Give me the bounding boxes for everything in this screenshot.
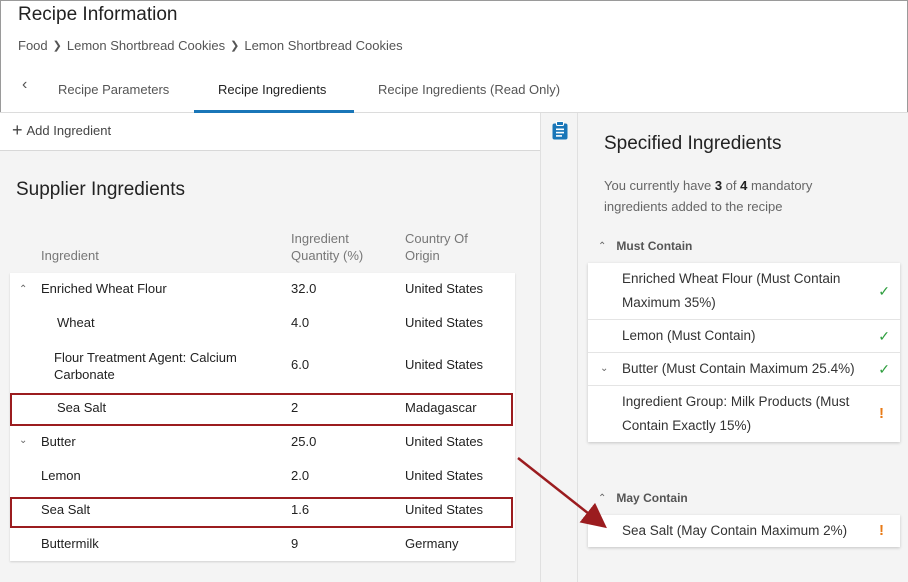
chevron-right-icon: ❯ xyxy=(52,40,62,52)
ingredient-name: Enriched Wheat Flour xyxy=(41,281,167,296)
specified-item[interactable]: Lemon (Must Contain) ✓ xyxy=(588,320,900,353)
check-icon: ✓ xyxy=(878,361,890,377)
tab-recipe-ingredients[interactable]: Recipe Ingredients xyxy=(218,82,326,97)
specified-item-label: Butter (Must Contain Maximum 25.4%) xyxy=(622,361,855,376)
ingredient-country: United States xyxy=(405,281,484,296)
specified-ingredients-title: Specified Ingredients xyxy=(604,133,782,154)
must-contain-label: Must Contain xyxy=(616,239,693,253)
toolbar: + Add Ingredient xyxy=(0,113,540,151)
specified-item[interactable]: Enriched Wheat Flour (Must Contain Maxim… xyxy=(588,263,900,320)
specified-item-label: Enriched Wheat Flour (Must Contain Maxim… xyxy=(622,271,841,310)
chevron-up-icon[interactable]: ⌃ xyxy=(598,241,606,252)
table-row[interactable]: ⌄ Butter 25.0 United States xyxy=(10,434,515,454)
ingredient-country: Germany xyxy=(405,536,459,551)
specified-item-label: Ingredient Group: Milk Products (Must Co… xyxy=(622,394,850,433)
breadcrumb-item-food[interactable]: Food xyxy=(18,38,48,53)
ingredient-name: Flour Treatment Agent: Calcium Carbonate xyxy=(54,350,237,382)
chevron-right-icon: ❯ xyxy=(230,40,240,52)
column-header-country: Country Of Origin xyxy=(405,231,468,263)
clipboard-icon[interactable] xyxy=(552,121,568,140)
chevron-left-icon[interactable]: ‹ xyxy=(22,76,27,94)
may-contain-header[interactable]: ⌃ May Contain xyxy=(598,491,688,505)
plus-icon: + xyxy=(12,120,23,140)
specified-item-label: Lemon (Must Contain) xyxy=(622,328,756,343)
add-ingredient-label: Add Ingredient xyxy=(26,122,112,138)
must-contain-card: Enriched Wheat Flour (Must Contain Maxim… xyxy=(588,263,900,442)
desc-of: of xyxy=(722,178,741,193)
warning-icon: ! xyxy=(879,405,884,422)
ingredient-country: United States xyxy=(405,357,484,372)
ingredient-name: Wheat xyxy=(57,315,95,330)
specified-ingredients-panel: Specified Ingredients You currently have… xyxy=(578,113,908,582)
highlight-box-sea-salt-united-states xyxy=(10,497,513,528)
specified-item[interactable]: Sea Salt (May Contain Maximum 2%) ! xyxy=(588,515,900,547)
table-row[interactable]: Flour Treatment Agent: Calcium Carbonate… xyxy=(10,349,515,385)
warning-icon: ! xyxy=(879,522,884,539)
side-rail xyxy=(540,113,578,582)
ingredient-quantity: 9 xyxy=(291,536,299,551)
chevron-up-icon[interactable]: ⌃ xyxy=(19,284,27,295)
table-row[interactable]: Buttermilk 9 Germany xyxy=(10,536,515,556)
ingredient-name: Butter xyxy=(41,434,76,449)
ingredient-quantity: 32.0 xyxy=(291,281,317,296)
tab-bar: ‹ Recipe Parameters Recipe Ingredients R… xyxy=(0,70,908,113)
have-count: 3 xyxy=(714,178,723,193)
ingredient-quantity: 6.0 xyxy=(291,357,310,372)
ingredient-name: Lemon xyxy=(41,468,81,483)
table-row[interactable]: ⌃ Enriched Wheat Flour 32.0 United State… xyxy=(10,281,515,301)
check-icon: ✓ xyxy=(878,328,890,344)
chevron-down-icon[interactable]: ⌄ xyxy=(19,435,27,446)
supplier-ingredients-title: Supplier Ingredients xyxy=(16,179,185,200)
column-header-quantity: Ingredient Quantity (%) xyxy=(291,231,364,263)
ingredient-country: United States xyxy=(405,434,484,449)
breadcrumb: Food ❯ Lemon Shortbread Cookies ❯ Lemon … xyxy=(18,38,403,53)
tab-recipe-ingredients-read-only[interactable]: Recipe Ingredients (Read Only) xyxy=(378,82,560,97)
mandatory-count-text: You currently have 3 of 4 mandatory ingr… xyxy=(604,175,864,217)
breadcrumb-item-recipe[interactable]: Lemon Shortbread Cookies xyxy=(67,38,225,53)
chevron-up-icon[interactable]: ⌃ xyxy=(598,493,606,504)
page-title: Recipe Information xyxy=(18,4,178,25)
ingredient-name: Buttermilk xyxy=(41,536,99,551)
specified-item-label: Sea Salt (May Contain Maximum 2%) xyxy=(622,523,848,538)
ingredient-quantity: 4.0 xyxy=(291,315,310,330)
column-header-ingredient: Ingredient xyxy=(41,248,99,263)
ingredient-quantity: 25.0 xyxy=(291,434,317,449)
chevron-down-icon[interactable]: ⌄ xyxy=(600,357,608,381)
highlight-box-sea-salt-madagascar xyxy=(10,393,513,426)
add-ingredient-button[interactable]: + Add Ingredient xyxy=(12,120,112,140)
ingredient-country: United States xyxy=(405,468,484,483)
table-row[interactable]: Lemon 2.0 United States xyxy=(10,468,515,488)
table-row[interactable]: Wheat 4.0 United States xyxy=(10,315,515,335)
must-contain-header[interactable]: ⌃ Must Contain xyxy=(598,239,692,253)
breadcrumb-item-current: Lemon Shortbread Cookies xyxy=(244,38,403,53)
specified-item[interactable]: ⌄ Butter (Must Contain Maximum 25.4%) ✓ xyxy=(588,353,900,386)
tab-recipe-parameters[interactable]: Recipe Parameters xyxy=(58,82,169,97)
desc-prefix: You currently have xyxy=(604,178,715,193)
may-contain-label: May Contain xyxy=(616,491,688,505)
specified-item[interactable]: Ingredient Group: Milk Products (Must Co… xyxy=(588,386,900,442)
check-icon: ✓ xyxy=(878,283,890,299)
ingredient-country: United States xyxy=(405,315,484,330)
may-contain-card: Sea Salt (May Contain Maximum 2%) ! xyxy=(588,515,900,547)
ingredient-quantity: 2.0 xyxy=(291,468,310,483)
